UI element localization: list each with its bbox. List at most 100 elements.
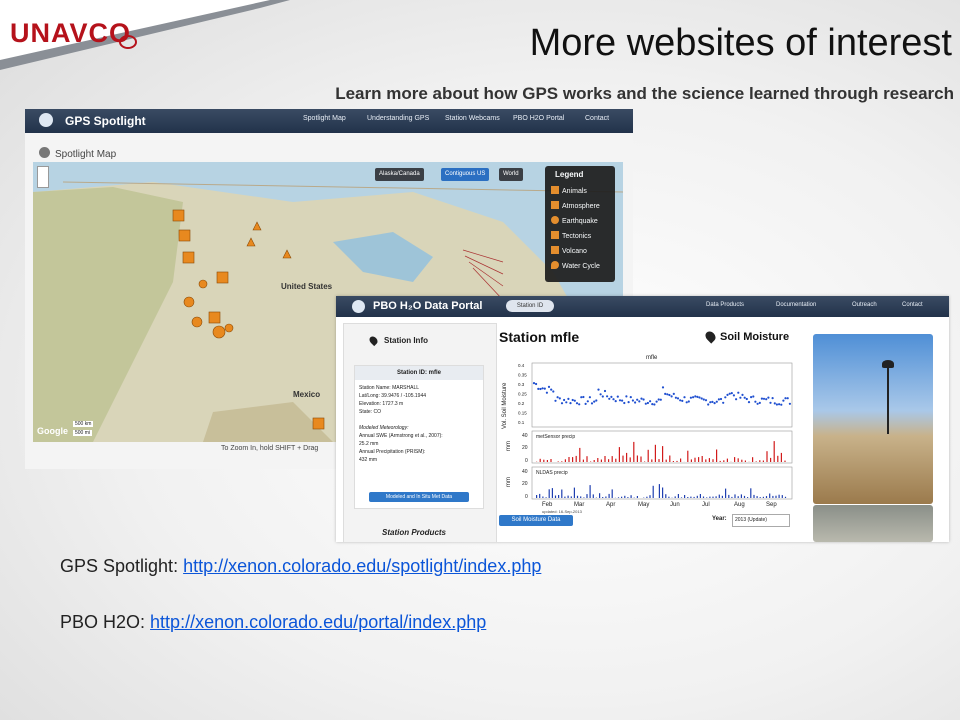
precip-bar	[602, 497, 604, 498]
soil-point	[728, 392, 731, 395]
year-select[interactable]: 2013 (Update)	[732, 514, 790, 527]
precip-bar	[719, 460, 721, 462]
soil-point	[653, 403, 656, 406]
precip-bar	[693, 496, 695, 498]
soil-point	[612, 398, 615, 401]
soil-point	[760, 397, 763, 400]
tab-data-products[interactable]: Data Products	[706, 302, 744, 308]
plot-top	[531, 362, 793, 428]
soil-point	[541, 387, 544, 390]
tab-contact[interactable]: Contact	[585, 115, 609, 122]
top-tick-label: 0.4	[518, 363, 525, 368]
zoom-hint: To Zoom In, hold SHIFT + Drag	[221, 445, 319, 452]
precip-bar	[570, 496, 572, 498]
ylabel-bot: mm	[506, 477, 512, 487]
soil-point	[537, 387, 540, 390]
precip-bar	[615, 458, 617, 462]
spotlight-link[interactable]: http://xenon.colorado.edu/spotlight/inde…	[183, 556, 541, 576]
station-products-heading: Station Products	[382, 528, 447, 537]
soil-point	[664, 392, 667, 395]
gps-antenna-dome	[882, 360, 894, 368]
soil-point	[672, 392, 675, 395]
station-sidebar: Station Info Station ID: mfle Station Na…	[343, 323, 497, 542]
station-info-heading: Station Info	[384, 336, 428, 345]
soil-point	[689, 396, 692, 399]
precip-bar	[629, 457, 631, 462]
tick-mid-0: 0	[525, 458, 528, 464]
precip-bar	[621, 496, 623, 498]
met-data-button[interactable]: Modeled and In Situ Met Data	[369, 492, 469, 502]
precip-bar	[676, 460, 678, 462]
soil-point	[745, 397, 748, 401]
precip-bar	[539, 458, 541, 462]
soil-point	[582, 395, 585, 399]
precip-bar	[548, 489, 550, 498]
soil-point	[758, 401, 761, 404]
tab-contact[interactable]: Contact	[902, 302, 923, 308]
precip-bar	[611, 456, 613, 462]
precip-bar	[668, 496, 670, 498]
precip-bar	[784, 460, 786, 462]
info-swe-value: 25.2 mm	[359, 441, 379, 447]
precip-bar	[546, 460, 548, 462]
precip-bar	[564, 496, 566, 498]
soil-point	[657, 398, 660, 401]
soil-point	[640, 397, 643, 400]
precip-bar	[573, 487, 575, 498]
tab-understanding-gps[interactable]: Understanding GPS	[367, 115, 429, 122]
soil-point	[550, 388, 553, 391]
soil-point	[588, 396, 591, 399]
precip-bar	[773, 441, 775, 462]
precip-bar	[775, 495, 777, 498]
tick-mid-20: 20	[522, 445, 528, 451]
tab-outreach[interactable]: Outreach	[852, 302, 877, 308]
pbo-h2o-screenshot: PBO H₂O Data Portal Station ID Data Prod…	[336, 296, 949, 542]
soil-point	[599, 393, 602, 396]
soil-point	[780, 403, 783, 406]
soil-point	[618, 399, 622, 402]
tab-documentation[interactable]: Documentation	[776, 302, 816, 308]
precip-bar	[706, 497, 708, 498]
top-tick-label: 0.35	[518, 373, 527, 378]
precip-bar	[608, 459, 610, 462]
precip-bar	[759, 497, 761, 498]
info-station-name: Station Name: MARSHALL	[359, 385, 420, 391]
soil-point	[775, 403, 778, 406]
soil-point	[651, 403, 654, 406]
precip-bar	[698, 457, 700, 462]
tab-spotlight-map[interactable]: Spotlight Map	[303, 115, 346, 122]
precip-bar	[589, 485, 591, 498]
pbo-link[interactable]: http://xenon.colorado.edu/portal/index.p…	[150, 612, 486, 632]
info-annual-swe: Annual SWE (Armstrong et al., 2007):	[359, 433, 443, 439]
precip-bar	[684, 495, 686, 498]
soil-point	[634, 401, 637, 404]
soil-point	[666, 393, 669, 396]
precip-bar	[737, 458, 739, 462]
soil-point	[590, 402, 594, 405]
tab-pbo-portal[interactable]: PBO H2O Portal	[513, 115, 564, 122]
precip-bar	[575, 455, 577, 462]
soil-point	[747, 401, 751, 404]
link-line-spotlight: GPS Spotlight: http://xenon.colorado.edu…	[60, 556, 541, 577]
soil-moisture-download-button[interactable]: Soil Moisture Data	[499, 515, 573, 526]
info-lat-long: Lat/Long: 39.9476 / -105.1944	[359, 393, 427, 399]
page-title: More websites of interest	[529, 22, 952, 64]
soil-point	[700, 397, 703, 400]
tab-station-webcams[interactable]: Station Webcams	[445, 115, 500, 122]
month-label: Aug	[734, 502, 745, 508]
globe-icon	[352, 300, 365, 313]
soil-point	[606, 395, 609, 398]
precip-bar	[652, 485, 654, 498]
spotlight-brand: GPS Spotlight	[65, 114, 146, 128]
soil-point	[601, 395, 604, 398]
station-aerial-photo	[813, 505, 933, 542]
precip-bar	[543, 459, 545, 462]
precip-bar	[725, 488, 727, 498]
soil-point	[569, 402, 572, 405]
month-label: May	[638, 502, 649, 508]
precip-bar	[778, 494, 780, 498]
precip-bar	[680, 458, 682, 462]
station-id-search[interactable]: Station ID	[506, 300, 554, 312]
precip-bar	[734, 457, 736, 462]
soil-point	[560, 402, 564, 405]
